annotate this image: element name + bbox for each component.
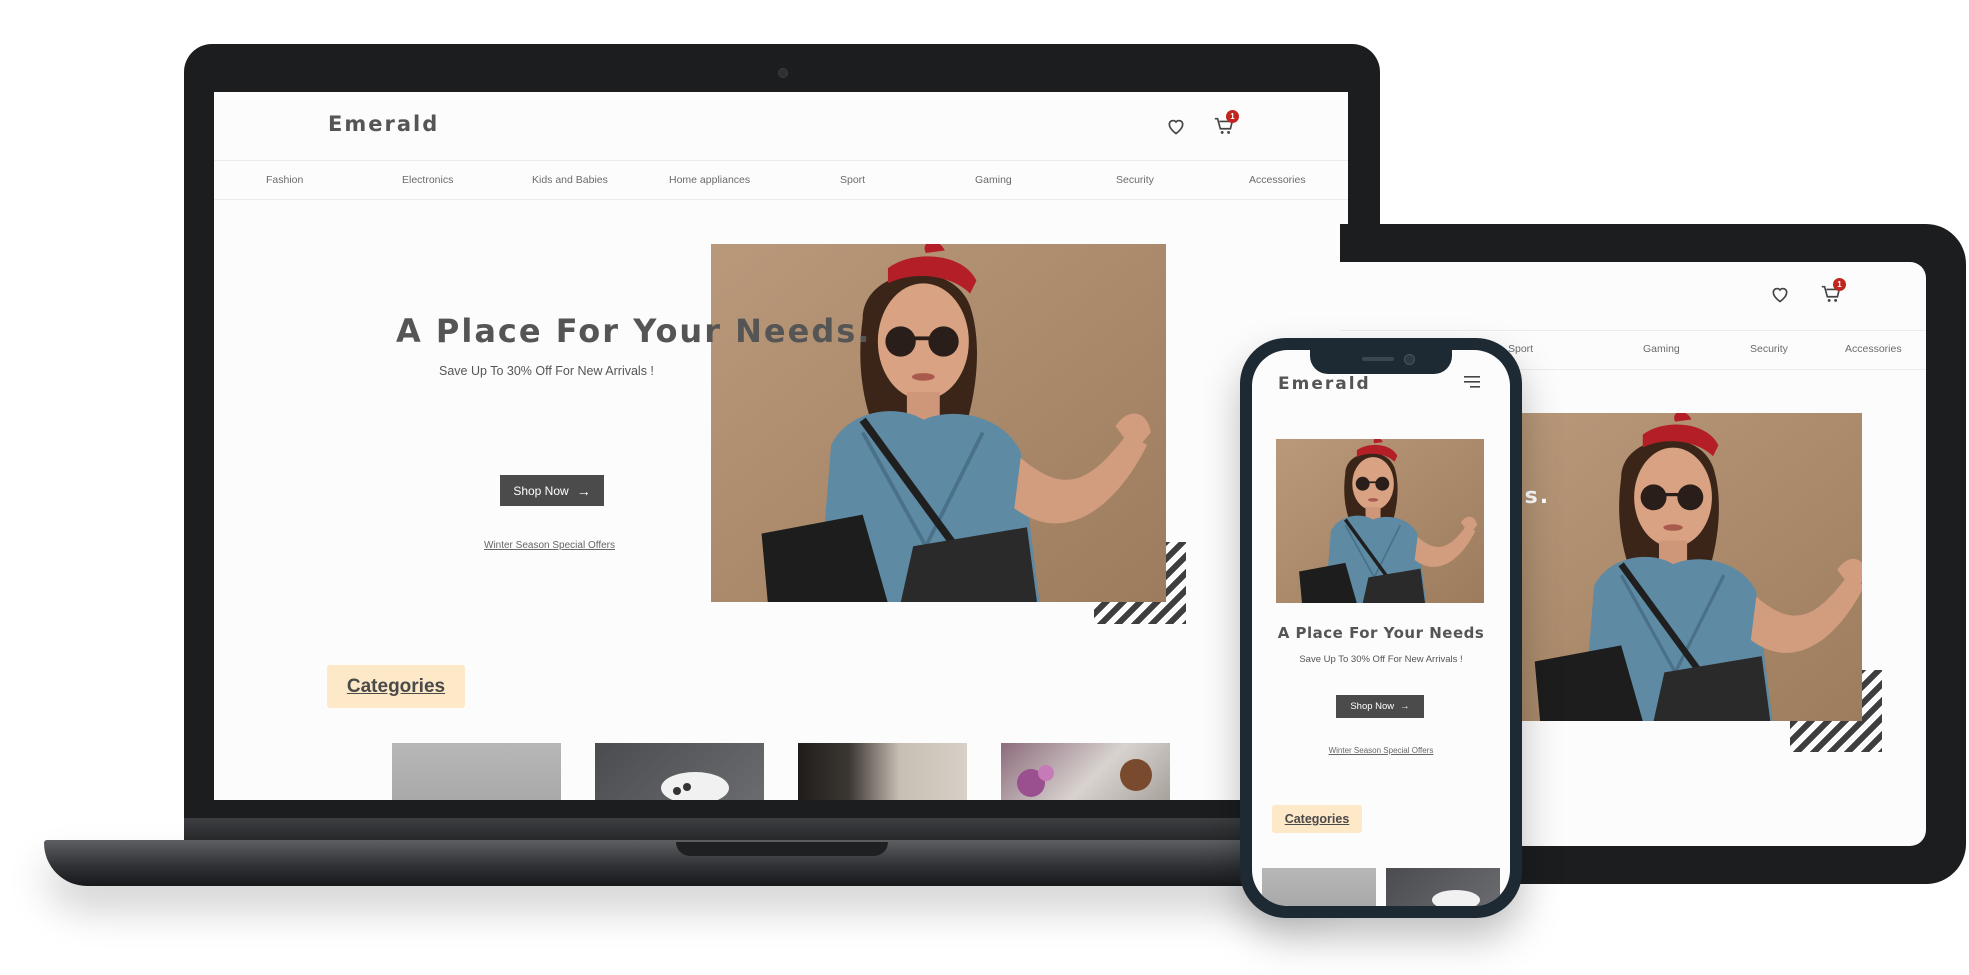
phone-categories-heading: Categories (1272, 805, 1362, 833)
tablet-wishlist-button[interactable] (1770, 284, 1790, 309)
tablet-nav-item-sport[interactable]: Sport (1508, 343, 1533, 355)
laptop-camera (778, 68, 788, 78)
tablet-cart-count-badge: 1 (1833, 278, 1846, 291)
hero-title: A Place For Your Needs. (396, 312, 872, 350)
cart-button[interactable]: 1 (1213, 110, 1239, 139)
nav-item-accessories[interactable]: Accessories (1249, 174, 1306, 186)
laptop-notch (676, 842, 888, 856)
phone-hero-image (1276, 439, 1484, 603)
categories-heading: Categories (327, 665, 465, 708)
heart-icon (1168, 119, 1184, 135)
phone-camera (1404, 354, 1415, 365)
phone-shop-now-label: Shop Now (1350, 701, 1395, 712)
nav-item-sport[interactable]: Sport (840, 174, 865, 186)
phone-speaker (1362, 357, 1394, 361)
menu-icon (1464, 376, 1480, 388)
shop-now-button[interactable]: Shop Now → (500, 475, 604, 506)
nav-item-fashion[interactable]: Fashion (266, 174, 303, 186)
nav-item-gaming[interactable]: Gaming (975, 174, 1012, 186)
phone-screen: Emerald A Place For Your Needs Save Up T… (1252, 350, 1510, 906)
shop-now-label: Shop Now (513, 483, 569, 498)
laptop-screen: Emerald 1 Fashion Electronics Kids and B… (214, 92, 1348, 800)
category-thumb-2[interactable] (595, 743, 764, 800)
phone-category-thumb-1[interactable] (1262, 868, 1376, 906)
winter-offers-link[interactable]: Winter Season Special Offers (484, 540, 615, 551)
phone-hero-subtitle: Save Up To 30% Off For New Arrivals ! (1299, 654, 1463, 665)
tablet-nav-item-accessories[interactable]: Accessories (1845, 343, 1902, 355)
tablet-nav-item-gaming[interactable]: Gaming (1643, 343, 1680, 355)
phone-category-thumb-2[interactable] (1386, 868, 1500, 906)
phone-brand-logo[interactable]: Emerald (1278, 374, 1371, 394)
cart-count-badge: 1 (1226, 110, 1239, 123)
arrow-right-icon: → (1400, 701, 1410, 712)
tablet-header: 1 (1340, 262, 1926, 331)
brand-logo[interactable]: Emerald (328, 112, 439, 136)
phone-winter-offers-link[interactable]: Winter Season Special Offers (1252, 746, 1510, 755)
category-thumb-4[interactable] (1001, 743, 1170, 800)
phone-notch (1310, 348, 1452, 374)
laptop-hinge (184, 818, 1380, 842)
arrow-right-icon: → (576, 482, 591, 499)
phone-hero-title: A Place For Your Needs (1277, 624, 1485, 642)
heart-icon (1772, 287, 1788, 303)
phone-shop-now-button[interactable]: Shop Now → (1336, 695, 1424, 718)
site-header: Emerald 1 (214, 92, 1348, 161)
category-thumb-1[interactable] (392, 743, 561, 800)
tablet-cart-button[interactable]: 1 (1820, 278, 1846, 307)
wishlist-button[interactable] (1166, 116, 1188, 138)
nav-item-kids-and-babies[interactable]: Kids and Babies (532, 174, 608, 186)
tablet-hero-image (1510, 413, 1862, 721)
category-thumb-3[interactable] (798, 743, 967, 800)
tablet-nav-item-security[interactable]: Security (1750, 343, 1788, 355)
hero-image (711, 244, 1166, 602)
phone-menu-button[interactable] (1464, 374, 1484, 392)
category-nav: Fashion Electronics Kids and Babies Home… (214, 161, 1348, 200)
hero-subtitle: Save Up To 30% Off For New Arrivals ! (439, 364, 654, 378)
nav-item-home-appliances[interactable]: Home appliances (669, 174, 750, 186)
nav-item-electronics[interactable]: Electronics (402, 174, 453, 186)
nav-item-security[interactable]: Security (1116, 174, 1154, 186)
